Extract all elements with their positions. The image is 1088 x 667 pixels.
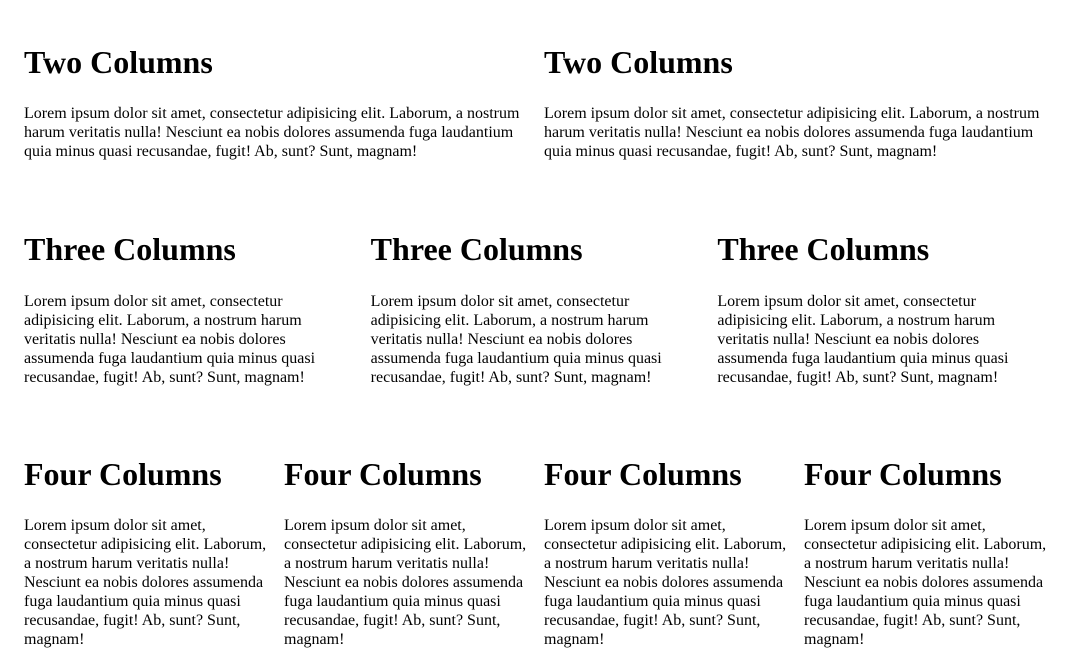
column-heading: Three Columns	[370, 231, 583, 267]
column-heading: Four Columns	[804, 456, 1002, 492]
column-text: Lorem ipsum dolor sit amet, consectetur …	[717, 293, 1009, 386]
column-1: Two Columns Lorem ipsum dolor sit amet, …	[24, 44, 544, 161]
column-text: Lorem ipsum dolor sit amet, consectetur …	[804, 517, 1047, 648]
column-text: Lorem ipsum dolor sit amet, consectetur …	[24, 105, 520, 160]
column-heading: Four Columns	[24, 456, 222, 492]
column-1: Four Columns Lorem ipsum dolor sit amet,…	[24, 456, 284, 649]
column-text: Lorem ipsum dolor sit amet, consectetur …	[544, 105, 1040, 160]
page: Two Columns Lorem ipsum dolor sit amet, …	[0, 0, 1088, 667]
column-1: Three Columns Lorem ipsum dolor sit amet…	[24, 231, 371, 387]
column-2: Two Columns Lorem ipsum dolor sit amet, …	[544, 44, 1064, 161]
column-2: Four Columns Lorem ipsum dolor sit amet,…	[284, 456, 544, 649]
column-2: Three Columns Lorem ipsum dolor sit amet…	[371, 231, 718, 387]
column-heading: Three Columns	[717, 231, 930, 267]
column-heading: Two Columns	[24, 44, 213, 80]
column-text: Lorem ipsum dolor sit amet, consectetur …	[544, 517, 787, 648]
column-text: Lorem ipsum dolor sit amet, consectetur …	[370, 293, 662, 386]
two-column-section: Two Columns Lorem ipsum dolor sit amet, …	[24, 44, 1064, 161]
column-4: Four Columns Lorem ipsum dolor sit amet,…	[804, 456, 1064, 649]
column-text: Lorem ipsum dolor sit amet, consectetur …	[24, 293, 316, 386]
column-heading: Four Columns	[284, 456, 482, 492]
column-heading: Four Columns	[544, 456, 742, 492]
column-3: Three Columns Lorem ipsum dolor sit amet…	[717, 231, 1064, 387]
column-heading: Three Columns	[24, 231, 236, 267]
three-column-section: Three Columns Lorem ipsum dolor sit amet…	[24, 231, 1064, 387]
column-heading: Two Columns	[544, 44, 733, 80]
column-3: Four Columns Lorem ipsum dolor sit amet,…	[544, 456, 804, 649]
column-text: Lorem ipsum dolor sit amet, consectetur …	[284, 517, 527, 648]
column-text: Lorem ipsum dolor sit amet, consectetur …	[24, 517, 267, 648]
four-column-section: Four Columns Lorem ipsum dolor sit amet,…	[24, 456, 1064, 649]
